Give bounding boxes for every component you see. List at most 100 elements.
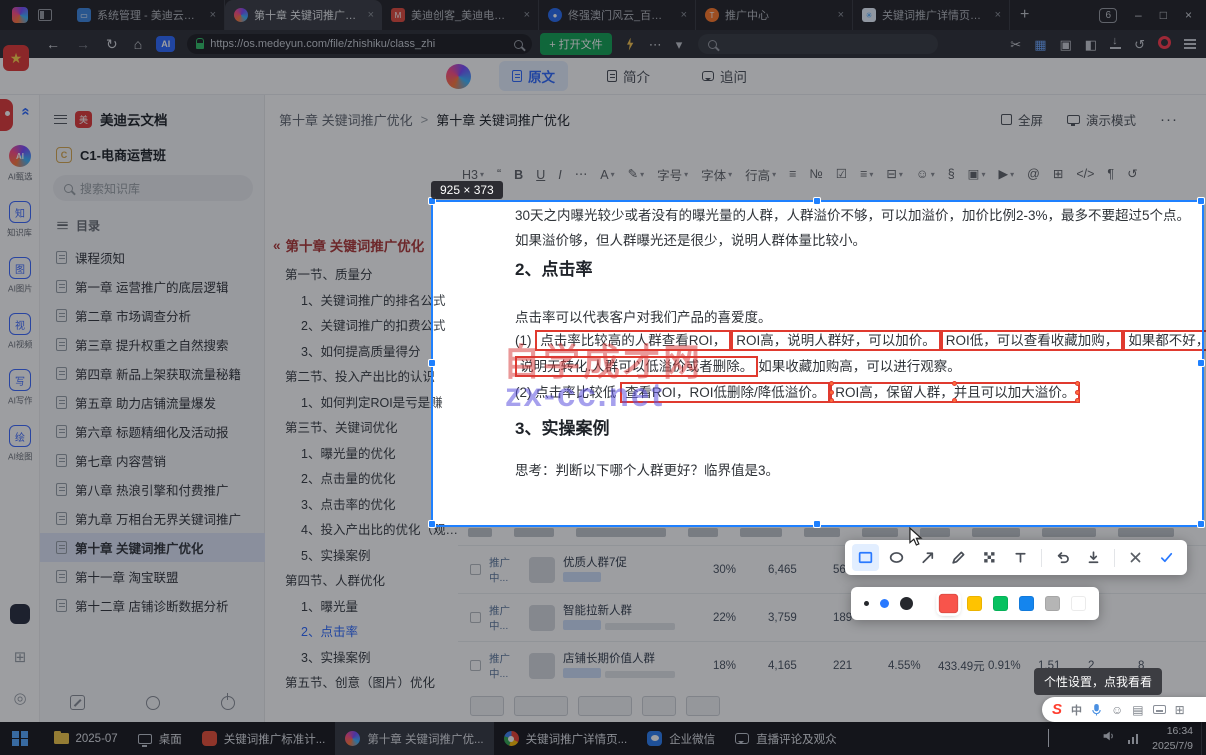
tool-undo-icon[interactable] xyxy=(1049,544,1076,571)
ime-mic-icon[interactable] xyxy=(1091,703,1102,716)
taskbar-item[interactable]: 2025-07 xyxy=(44,722,128,755)
toc-item[interactable]: 3、点击率的优化 xyxy=(265,493,458,519)
tab-close-icon[interactable]: × xyxy=(993,9,1003,21)
ime-mode-icon[interactable]: 中 xyxy=(1071,702,1082,718)
table-footer-button[interactable] xyxy=(578,696,632,716)
class-selector[interactable]: C C1-电商运营班 xyxy=(56,145,166,164)
table-footer-button[interactable] xyxy=(470,696,504,716)
tab-close-icon[interactable]: × xyxy=(522,9,532,21)
forward-icon[interactable]: → xyxy=(76,37,90,51)
extensions-icon[interactable]: ◧ xyxy=(1085,37,1097,52)
apps-grid-icon[interactable]: ▦ xyxy=(1034,37,1046,52)
present-mode-button[interactable]: 演示模式 xyxy=(1066,110,1136,129)
show-desktop-button[interactable] xyxy=(1201,722,1206,755)
fmt-list-ol-icon[interactable]: № xyxy=(809,168,822,181)
kb-search-input[interactable]: 搜索知识库 xyxy=(53,175,253,201)
taskbar-item[interactable]: 企业微信 xyxy=(637,722,725,755)
fmt-H3-icon[interactable]: H3 ▾ xyxy=(462,168,484,182)
toc-item[interactable]: 2、点击率 xyxy=(265,620,458,646)
fmt-align-icon[interactable]: ≡ ▾ xyxy=(860,168,873,181)
tray-speaker-icon[interactable] xyxy=(1101,729,1115,748)
download-icon[interactable] xyxy=(1110,35,1122,52)
tree-item[interactable]: 第九章 万相台无界关键词推广 xyxy=(40,504,265,533)
annotation-handle[interactable] xyxy=(952,381,958,386)
tool-pen-icon[interactable] xyxy=(945,544,972,571)
tool-text-icon[interactable] xyxy=(1007,544,1034,571)
toc-item[interactable]: 第一节、质量分 xyxy=(265,263,458,289)
browser-tab[interactable]: 第十章 关键词推广优化 × xyxy=(225,0,382,30)
minimize-button[interactable]: – xyxy=(1135,8,1142,22)
fmt-table-split-icon[interactable]: ⊟ ▾ xyxy=(886,168,903,181)
table-footer-button[interactable] xyxy=(642,696,676,716)
fmt-字号-icon[interactable]: 字号 ▾ xyxy=(657,165,688,184)
fmt-image-icon[interactable]: ▣ ▾ xyxy=(968,168,986,181)
color-swatch[interactable] xyxy=(938,593,959,614)
toc-item[interactable]: 4、投入产出比的优化（观察7天/15... xyxy=(265,518,458,544)
history-icon[interactable]: ↺ xyxy=(1134,37,1145,52)
fmt-emoji-icon[interactable]: ☺ ▾ xyxy=(916,168,935,181)
scissors-icon[interactable]: ✂ xyxy=(1010,37,1021,52)
toc-item[interactable]: 第五节、创意（图片）优化 xyxy=(265,671,458,697)
hamburger-icon[interactable] xyxy=(54,114,67,124)
toc-item[interactable]: 2、点击量的优化 xyxy=(265,467,458,493)
toc-item[interactable]: 第二节、投入产出比的认识 xyxy=(265,365,458,391)
favorite-star-icon[interactable]: ★ xyxy=(3,45,29,71)
tool-rect-icon[interactable] xyxy=(852,544,879,571)
zoom-icon[interactable] xyxy=(514,39,524,49)
start-button[interactable] xyxy=(12,730,28,747)
ime-emoji-icon[interactable]: ☺ xyxy=(1111,704,1123,716)
browser-tab[interactable]: ● 佟强澳门风云_百度搜索 × xyxy=(539,0,696,30)
color-swatch[interactable] xyxy=(1019,596,1034,611)
ime-keyboard-icon[interactable] xyxy=(1152,705,1166,714)
fmt-code-icon[interactable]: </> xyxy=(1076,168,1094,181)
brush-size-dot[interactable] xyxy=(880,599,889,608)
fmt-行高-icon[interactable]: 行高 ▾ xyxy=(745,165,776,184)
home-icon[interactable]: ⌂ xyxy=(134,37,142,51)
browser-tab[interactable]: T 推广中心 × xyxy=(696,0,853,30)
table-footer-button[interactable] xyxy=(686,696,720,716)
refresh-icon[interactable]: ↻ xyxy=(106,37,118,51)
toc-title[interactable]: «第十章 关键词推广优化 xyxy=(265,235,458,255)
apps-icon[interactable]: ⊞ xyxy=(14,650,27,665)
ai-assistant-icon[interactable]: AI xyxy=(156,36,176,52)
more-menu-icon[interactable]: ··· xyxy=(1160,111,1178,128)
toc-item[interactable]: 1、曝光量 xyxy=(265,595,458,621)
tree-item[interactable]: 课程须知 xyxy=(40,243,265,272)
fmt-I-icon[interactable]: I xyxy=(558,168,561,182)
browser-tab[interactable]: ▭ 系统管理 - 美迪云管理... × xyxy=(68,0,225,30)
tree-item[interactable]: 第十二章 店铺诊断数据分析 xyxy=(40,591,265,620)
table-footer-button[interactable] xyxy=(514,696,568,716)
open-file-button[interactable]: + 打开文件 xyxy=(540,33,612,55)
tree-item[interactable]: 第一章 运营推广的底层逻辑 xyxy=(40,272,265,301)
annotation-handle[interactable] xyxy=(1075,398,1081,403)
toc-item[interactable]: 1、曝光量的优化 xyxy=(265,442,458,468)
red-annotation-box[interactable]: ROI低，可以查看收藏加购， xyxy=(940,330,1124,351)
tool-ellipse-icon[interactable] xyxy=(883,544,910,571)
tray-network-icon[interactable] xyxy=(1127,733,1139,744)
settings-icon[interactable]: ◎ xyxy=(13,691,26,706)
tab-close-icon[interactable]: × xyxy=(366,9,376,21)
fullscreen-button[interactable]: 全屏 xyxy=(1000,110,1043,129)
viewer-tab-追问[interactable]: 追问 xyxy=(689,61,760,91)
fmt-link-icon[interactable]: § xyxy=(948,168,955,181)
browser-logo-icon[interactable] xyxy=(12,7,28,23)
back-icon[interactable]: ← xyxy=(46,37,60,51)
fmt-video-icon[interactable]: ▶ ▾ xyxy=(998,168,1014,181)
new-tab-button[interactable]: + xyxy=(1010,6,1039,24)
browser-tab[interactable]: M 美迪创客_美迪电商_美... × xyxy=(382,0,539,30)
plugin-icon[interactable] xyxy=(10,604,30,624)
taskbar-item[interactable]: 关键词推广标准计... xyxy=(192,722,336,755)
row-checkbox[interactable] xyxy=(470,660,481,671)
fmt-more-icon[interactable]: ⋯ xyxy=(575,168,588,181)
red-annotation-box[interactable]: ROI高，说明人群好，可以加价。 xyxy=(731,330,941,351)
bolt-icon[interactable] xyxy=(627,37,634,51)
tree-item[interactable]: 第十一章 淘宝联盟 xyxy=(40,562,265,591)
fmt-paragraph-icon[interactable]: ¶ xyxy=(1107,168,1114,181)
profile-icon[interactable] xyxy=(1158,36,1171,52)
row-checkbox[interactable] xyxy=(470,564,481,575)
breadcrumb-parent[interactable]: 第十章 关键词推广优化 xyxy=(279,110,413,129)
color-swatch[interactable] xyxy=(967,596,982,611)
more-actions-icon[interactable]: ⋯ xyxy=(649,38,662,51)
taskbar-item[interactable]: 桌面 xyxy=(128,722,192,755)
collapse-rail-icon[interactable]: « xyxy=(18,107,35,115)
